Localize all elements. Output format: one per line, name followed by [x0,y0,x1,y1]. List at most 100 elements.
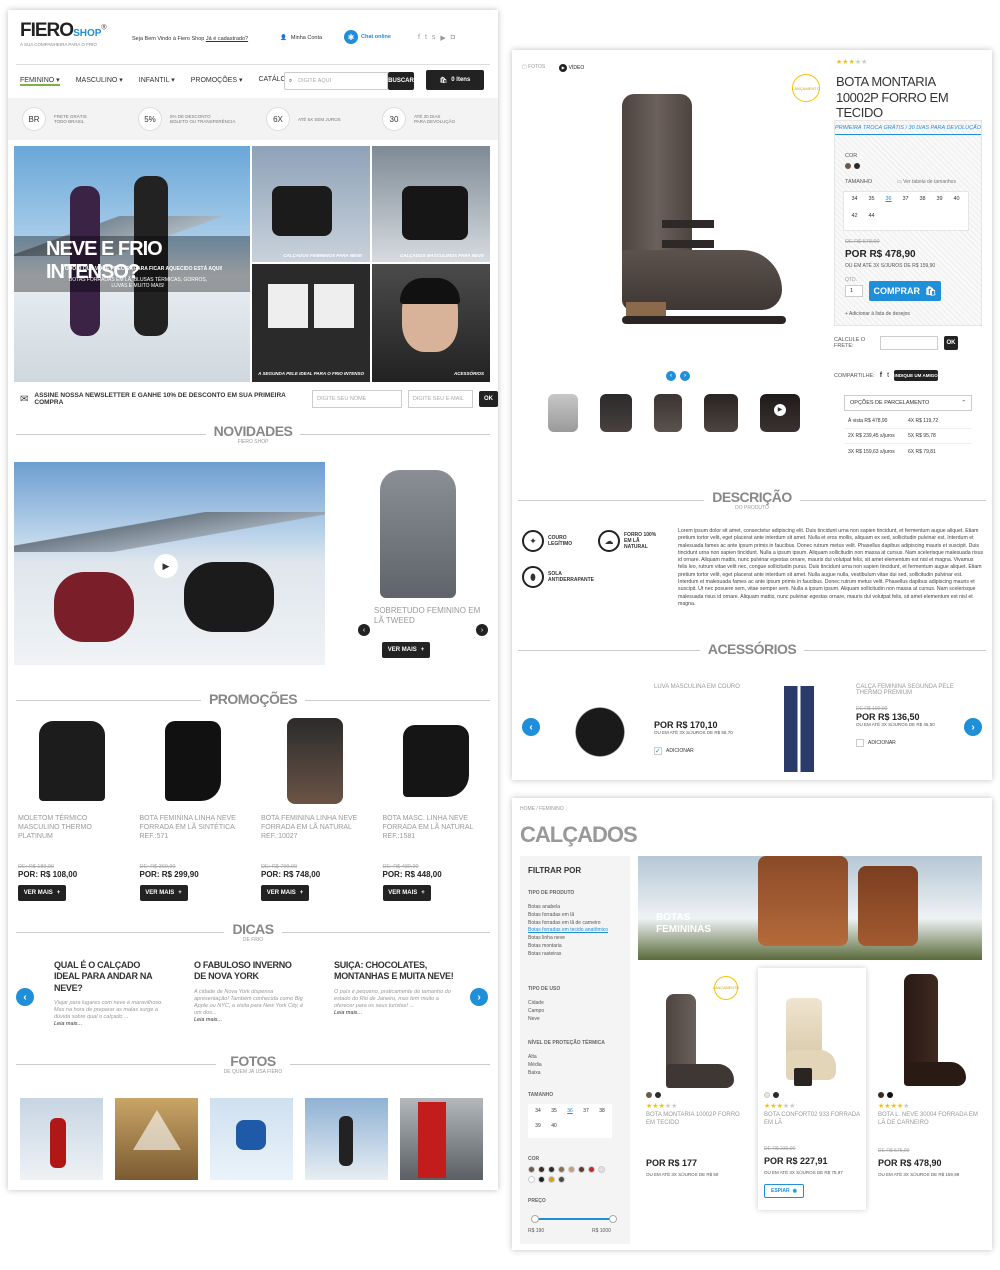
color-swatch[interactable] [548,1166,555,1173]
color-swatch[interactable] [558,1176,565,1183]
size-option-selected[interactable]: 36 [880,196,897,209]
read-more-link[interactable]: Leia mais... [334,1010,454,1016]
dica-card[interactable]: QUAL É O CALÇADO IDEAL PARA ANDAR NA NEV… [54,960,164,1027]
accessory-add-checkbox[interactable]: ✓ ADICIONAR [654,747,764,755]
tile-feminino[interactable]: CALÇADOS FEMININOS PARA NEVE [252,146,370,262]
register-link[interactable]: Já é cadastrado? [206,36,248,42]
search-input[interactable]: ⌕ DIGITE AQUI [284,72,388,90]
color-swatch[interactable] [548,1176,555,1183]
color-swatch[interactable] [646,1092,652,1098]
gallery-next-arrow[interactable]: › [680,371,690,381]
nav-feminino[interactable]: FEMININO ▾ [20,76,60,86]
filter-option[interactable]: Média [528,1062,542,1070]
filter-option[interactable]: Botas anabela [528,904,626,912]
category-banner[interactable]: BOTAS FEMININAS [638,856,982,960]
color-swatch[interactable] [538,1176,545,1183]
chat-online-button[interactable]: ✱ Chat online [344,30,391,44]
size-option[interactable]: 34 [846,196,863,209]
tile-acessorios[interactable]: ACESSÓRIOS [372,264,490,382]
size-option[interactable]: 35 [863,196,880,209]
gallery-prev-arrow[interactable]: ‹ [666,371,676,381]
dica-card[interactable]: SUIÇA: CHOCOLATES, MONTANHAS E MUITA NEV… [334,960,454,1027]
tile-segunda-pele[interactable]: A SEGUNDA PELE IDEAL PARA O FRIO INTENSO [252,264,370,382]
qty-input[interactable]: 1 [845,285,863,297]
size-option[interactable]: 35 [546,1108,562,1120]
price-slider[interactable] [531,1215,617,1223]
filter-option[interactable]: Baixa [528,1070,542,1078]
read-more-link[interactable]: Leia mais... [54,1021,164,1027]
newsletter-email-input[interactable]: DIGITE SEU E-MAIL [407,390,473,408]
promo-card[interactable]: MOLETOM TÉRMICO MASCULINO THERMO PLATINU… [18,714,126,901]
size-option[interactable]: 42 [846,213,863,226]
color-swatch[interactable] [528,1176,535,1183]
instagram-icon[interactable]: ◘ [451,34,455,42]
accessories-prev-arrow[interactable]: ‹ [522,718,540,736]
twitter-icon[interactable]: t [425,34,427,42]
color-swatch[interactable] [764,1092,770,1098]
color-swatch[interactable] [538,1166,545,1173]
color-swatch[interactable] [773,1092,779,1098]
espiar-button[interactable]: ESPIAR ◉ [764,1184,804,1198]
hero-banner[interactable]: NEVE E FRIO INTENSO? TUDO O QUE VOCÊ PRE… [14,146,250,382]
size-option[interactable]: 44 [863,213,880,226]
ver-mais-button[interactable]: VER MAIS + [382,885,431,901]
product-card[interactable]: ★★★★★ BOTA MONTARIA 10002P FORRO EM TECI… [642,970,752,1190]
accessory-glove[interactable] [558,690,642,760]
size-table-link[interactable]: ▭ Ver tabela de tamanhos [897,179,956,185]
ver-mais-button[interactable]: VER MAIS + [139,885,188,901]
filter-option[interactable]: Botas montaria [528,943,626,951]
freight-input[interactable] [880,336,938,350]
promo-card[interactable]: BOTA FEMININA LINHA NEVE FORRADA EM LÃ N… [261,714,369,901]
filter-option[interactable]: Botas forradas em lã de carneiro [528,920,626,928]
ver-mais-button[interactable]: VER MAIS + [382,642,430,658]
size-option-selected[interactable]: 36 [562,1108,578,1120]
customer-photo[interactable] [115,1098,198,1180]
dica-card[interactable]: O FABULOSO INVERNO DE NOVA YORK A cidade… [194,960,304,1027]
dicas-next-arrow[interactable]: › [470,988,488,1006]
newsletter-ok-button[interactable]: OK [479,391,498,407]
product-card-hover[interactable]: ★★★★★ BOTA CONFORT02 933 FORRADA EM LÃ D… [758,968,866,1210]
tab-video[interactable]: ▶ VÍDEO [559,64,584,72]
customer-photo[interactable] [305,1098,388,1180]
customer-photo[interactable] [20,1098,103,1180]
video-thumbnail[interactable]: ▶ [760,394,800,432]
tile-masculino[interactable]: CALÇADOS MASCULINOS PARA NEVE [372,146,490,262]
color-swatch[interactable] [845,163,851,169]
color-swatch[interactable] [598,1166,605,1173]
size-option[interactable]: 37 [578,1108,594,1120]
size-option[interactable]: 40 [546,1123,562,1135]
filter-option[interactable]: Alta [528,1054,542,1062]
filter-option[interactable]: Botas linha neve [528,935,626,943]
play-icon[interactable]: ▶ [154,554,178,578]
thumbnail[interactable] [548,394,578,432]
size-option[interactable]: 38 [594,1108,610,1120]
color-swatch[interactable] [878,1092,884,1098]
color-swatch[interactable] [854,163,860,169]
novidades-video[interactable]: ▶ [14,462,325,665]
customer-photo[interactable] [400,1098,483,1180]
color-swatch[interactable] [558,1166,565,1173]
color-swatch[interactable] [655,1092,661,1098]
cart-button[interactable]: 🛍 0 Itens [426,70,484,90]
size-option[interactable]: 40 [948,196,965,209]
size-option[interactable]: 37 [897,196,914,209]
ver-mais-button[interactable]: VER MAIS + [18,885,66,901]
prev-arrow[interactable]: ‹ [358,624,370,636]
youtube-icon[interactable]: ▶ [440,34,445,42]
installment-dropdown[interactable]: OPÇÕES DE PARCELAMENTO ⌃ [844,395,972,411]
color-swatch[interactable] [568,1166,575,1173]
dicas-prev-arrow[interactable]: ‹ [16,988,34,1006]
main-product-image[interactable] [562,90,802,330]
size-option[interactable]: 38 [914,196,931,209]
filter-option[interactable]: Botas rasteiras [528,951,626,959]
nav-promocoes[interactable]: PROMOÇÕES ▾ [191,76,243,86]
filter-option[interactable]: Campo [528,1008,544,1016]
facebook-icon[interactable]: f [418,34,420,42]
size-option[interactable]: 39 [931,196,948,209]
nav-masculino[interactable]: MASCULINO ▾ [76,76,123,86]
promo-card[interactable]: BOTA FEMININA LINHA NEVE FORRADA EM LÃ S… [139,714,248,901]
thumbnail[interactable] [654,394,682,432]
tab-fotos[interactable]: ▢ FOTOS [522,64,545,72]
promo-card[interactable]: BOTA MASC. LINHA NEVE FORRADA EM LÃ NATU… [382,714,491,901]
color-swatch[interactable] [588,1166,595,1173]
